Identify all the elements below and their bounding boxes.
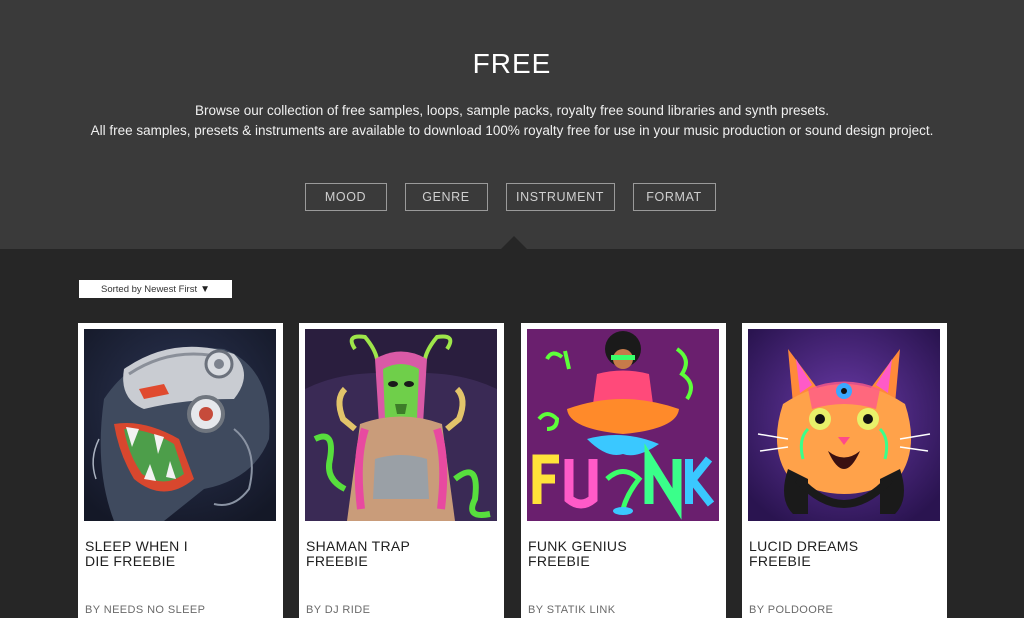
product-artist[interactable]: BY DJ RIDE <box>306 604 370 616</box>
filter-mood-button[interactable]: MOOD <box>304 183 387 211</box>
hero-banner: FREE Browse our collection of free sampl… <box>0 0 1024 249</box>
product-title[interactable]: SHAMAN TRAP FREEBIE <box>306 539 496 569</box>
product-card[interactable]: LUCID DREAMS FREEBIE BY POLDOORE <box>742 323 947 618</box>
product-artist[interactable]: BY STATIK LINK <box>528 604 616 616</box>
product-title[interactable]: LUCID DREAMS FREEBIE <box>749 539 939 569</box>
product-artist[interactable]: BY POLDOORE <box>749 604 833 616</box>
hero-description-line: All free samples, presets & instruments … <box>90 123 934 138</box>
sort-label: Sorted by Newest First <box>101 283 198 295</box>
dropdown-caret <box>501 236 527 249</box>
dropdown-arrow-icon: ▼ <box>200 283 210 295</box>
hero-description-line: Browse our collection of free samples, l… <box>194 103 830 118</box>
hero-description: Browse our collection of free samples, l… <box>0 101 1024 141</box>
product-title[interactable]: SLEEP WHEN I DIE FREEBIE <box>85 539 275 569</box>
funk-lettering-artwork[interactable] <box>527 329 719 521</box>
product-artist[interactable]: BY NEEDS NO SLEEP <box>85 604 205 616</box>
product-card[interactable]: FUNK GENIUS FREEBIE BY STATIK LINK <box>521 323 726 618</box>
product-title[interactable]: FUNK GENIUS FREEBIE <box>528 539 718 569</box>
filter-genre-button[interactable]: GENRE <box>404 183 488 211</box>
filter-instrument-button[interactable]: INSTRUMENT <box>505 183 615 211</box>
cyborg-tiger-artwork[interactable] <box>84 329 276 521</box>
page-title: FREE <box>472 48 552 79</box>
sort-dropdown[interactable]: Sorted by Newest First ▼ <box>79 280 232 298</box>
shaman-mask-artwork[interactable] <box>305 329 497 521</box>
product-card[interactable]: SHAMAN TRAP FREEBIE BY DJ RIDE <box>299 323 504 618</box>
filter-format-button[interactable]: FORMAT <box>632 183 716 211</box>
product-card[interactable]: SLEEP WHEN I DIE FREEBIE BY NEEDS NO SLE… <box>78 323 283 618</box>
filter-bar: MOOD GENRE INSTRUMENT FORMAT <box>0 183 1024 211</box>
psychedelic-cat-artwork[interactable] <box>748 329 940 521</box>
